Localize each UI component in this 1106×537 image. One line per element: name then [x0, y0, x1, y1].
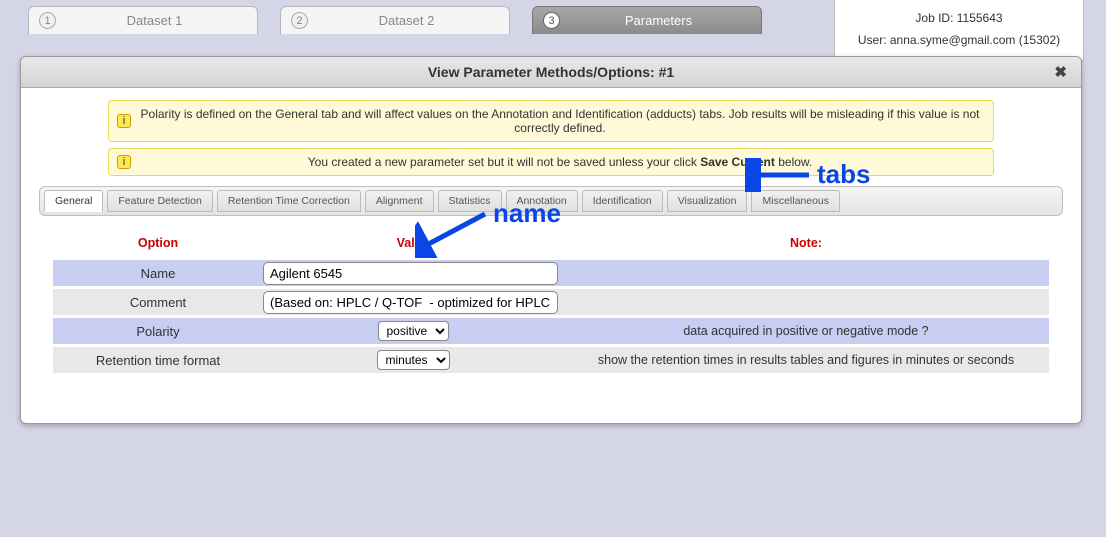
- job-info-panel: Job ID: 1155643 User: anna.syme@gmail.co…: [834, 0, 1084, 64]
- row-label: Retention time format: [53, 353, 263, 368]
- dialog-header: View Parameter Methods/Options: #1 ✖: [21, 57, 1081, 88]
- user-label: User: anna.syme@gmail.com (15302): [845, 30, 1073, 52]
- row-note: data acquired in positive or negative mo…: [563, 324, 1049, 338]
- info-icon: i: [117, 155, 131, 169]
- polarity-select[interactable]: positive: [378, 321, 449, 341]
- subtab-feature-detection[interactable]: Feature Detection: [107, 190, 212, 212]
- nav-tab-label: Dataset 1: [62, 13, 247, 28]
- alert-text: You created a new parameter set but it w…: [308, 155, 813, 169]
- options-header: Option Value Note:: [53, 234, 1049, 260]
- subtab-miscellaneous[interactable]: Miscellaneous: [751, 190, 840, 212]
- nav-tab-label: Dataset 2: [314, 13, 499, 28]
- parameter-dialog: View Parameter Methods/Options: #1 ✖ i P…: [20, 56, 1082, 424]
- row-label: Polarity: [53, 324, 263, 339]
- header-note: Note:: [563, 236, 1049, 250]
- option-row-name: Name: [53, 260, 1049, 286]
- row-label: Comment: [53, 295, 263, 310]
- subtab-identification[interactable]: Identification: [582, 190, 663, 212]
- job-id-label: Job ID: 1155643: [845, 8, 1073, 30]
- name-input[interactable]: [263, 262, 558, 285]
- subtab-retention-time-correction[interactable]: Retention Time Correction: [217, 190, 361, 212]
- step-number-icon: 2: [291, 12, 308, 29]
- subtab-visualization[interactable]: Visualization: [667, 190, 748, 212]
- subtab-general[interactable]: General: [44, 190, 103, 212]
- option-row-polarity: Polarity positive data acquired in posit…: [53, 318, 1049, 344]
- option-row-comment: Comment: [53, 289, 1049, 315]
- row-note: show the retention times in results tabl…: [563, 353, 1049, 367]
- rtf-select[interactable]: minutes: [377, 350, 450, 370]
- header-option: Option: [53, 236, 263, 250]
- step-number-icon: 1: [39, 12, 56, 29]
- nav-tab-label: Parameters: [566, 13, 751, 28]
- option-row-rtf: Retention time format minutes show the r…: [53, 347, 1049, 373]
- subtab-alignment[interactable]: Alignment: [365, 190, 434, 212]
- info-icon: i: [117, 114, 131, 128]
- dialog-title: View Parameter Methods/Options: #1: [428, 64, 674, 80]
- comment-input[interactable]: [263, 291, 558, 314]
- alert-save: i You created a new parameter set but it…: [108, 148, 994, 176]
- alert-polarity: i Polarity is defined on the General tab…: [108, 100, 994, 142]
- header-value: Value: [263, 236, 563, 250]
- alert-text: Polarity is defined on the General tab a…: [141, 107, 980, 135]
- nav-tab-dataset2[interactable]: 2 Dataset 2: [280, 6, 510, 34]
- nav-tab-dataset1[interactable]: 1 Dataset 1: [28, 6, 258, 34]
- row-label: Name: [53, 266, 263, 281]
- subtab-statistics[interactable]: Statistics: [438, 190, 502, 212]
- parameter-tabs: General Feature Detection Retention Time…: [39, 186, 1063, 216]
- close-icon[interactable]: ✖: [1054, 63, 1067, 81]
- step-number-icon: 3: [543, 12, 560, 29]
- nav-tab-parameters[interactable]: 3 Parameters: [532, 6, 762, 34]
- subtab-annotation[interactable]: Annotation: [506, 190, 578, 212]
